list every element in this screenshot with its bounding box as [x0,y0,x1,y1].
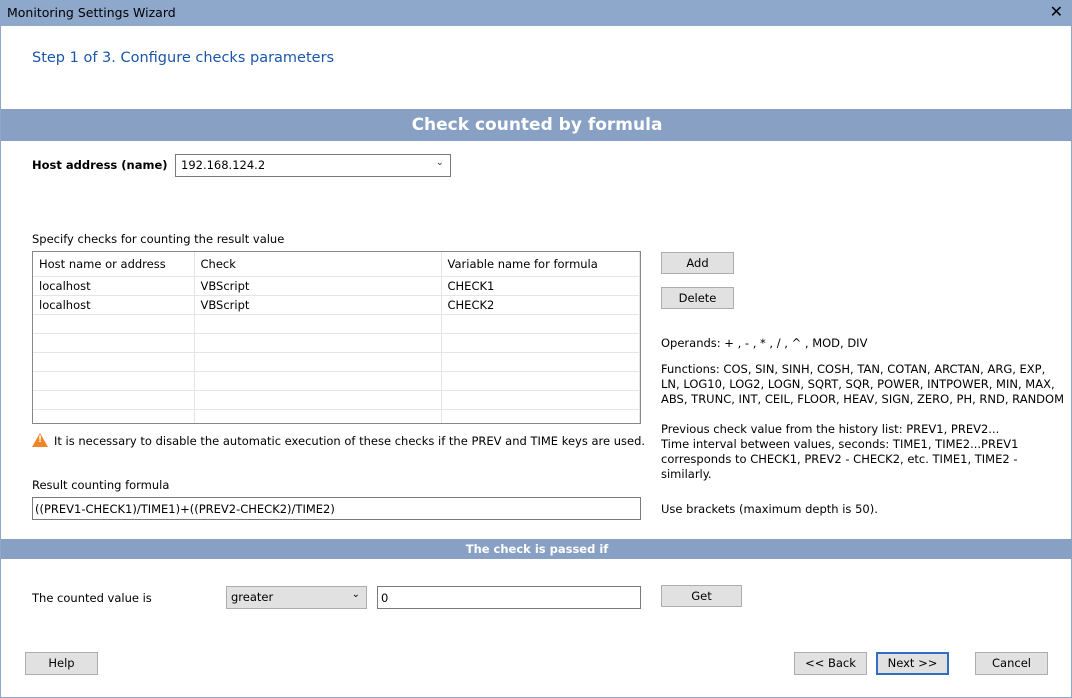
cell-check: VBScript [194,276,442,296]
formula-label: Result counting formula [32,478,170,492]
table-header: Host name or address Check Variable name… [33,252,640,277]
cell-host: localhost [33,295,195,315]
cell-variable: CHECK1 [441,276,640,296]
checks-label: Specify checks for counting the result v… [32,232,285,246]
warning-icon: ! [32,433,48,447]
counted-value-label: The counted value is [32,591,152,605]
column-header[interactable]: Check [194,252,442,277]
title-bar: Monitoring Settings Wizard ✕ [1,1,1072,26]
step-title: Step 1 of 3. Configure checks parameters [32,50,335,66]
threshold-input[interactable] [377,586,641,609]
previous-text: Previous check value from the history li… [661,422,1000,436]
window-title: Monitoring Settings Wizard [7,5,176,20]
section-header: Check counted by formula [1,109,1072,141]
close-icon[interactable]: ✕ [1050,2,1063,21]
warning-text: It is necessary to disable the automatic… [54,434,646,448]
pass-section-header: The check is passed if [1,539,1072,559]
table-row[interactable]: localhost VBScript CHECK1 [33,276,640,296]
get-button[interactable]: Get [661,585,742,607]
empty-row [33,390,640,410]
formula-input[interactable] [32,497,641,520]
next-button[interactable]: Next >> [876,652,949,675]
empty-row [33,333,640,353]
operands-text: Operands: + , - , * , / , ^ , MOD, DIV [661,336,868,350]
checks-table[interactable]: Host name or address Check Variable name… [32,251,641,424]
help-button[interactable]: Help [25,652,98,675]
empty-row [33,314,640,334]
empty-row [33,409,640,423]
cancel-button[interactable]: Cancel [975,652,1048,675]
add-button[interactable]: Add [661,252,734,274]
chevron-down-icon[interactable]: ⌄ [436,157,444,168]
column-header[interactable]: Host name or address [33,252,195,277]
operator-value: greater [231,590,274,604]
column-header[interactable]: Variable name for formula [441,252,640,277]
time-text: Time interval between values, seconds: T… [661,437,1019,481]
table-row[interactable]: localhost VBScript CHECK2 [33,295,640,315]
host-combobox[interactable]: 192.168.124.2 ⌄ [175,154,451,177]
brackets-text: Use brackets (maximum depth is 50). [661,502,878,516]
empty-row [33,371,640,391]
chevron-down-icon: ⌄ [351,589,360,600]
cell-host: localhost [33,276,195,296]
delete-button[interactable]: Delete [661,287,734,309]
host-label: Host address (name) [32,158,168,172]
back-button[interactable]: << Back [794,652,867,675]
empty-row [33,352,640,372]
host-value: 192.168.124.2 [181,158,266,172]
cell-check: VBScript [194,295,442,315]
functions-text: Functions: COS, SIN, SINH, COSH, TAN, CO… [661,362,1065,406]
operator-select[interactable]: greater ⌄ [226,586,367,609]
cell-variable: CHECK2 [441,295,640,315]
